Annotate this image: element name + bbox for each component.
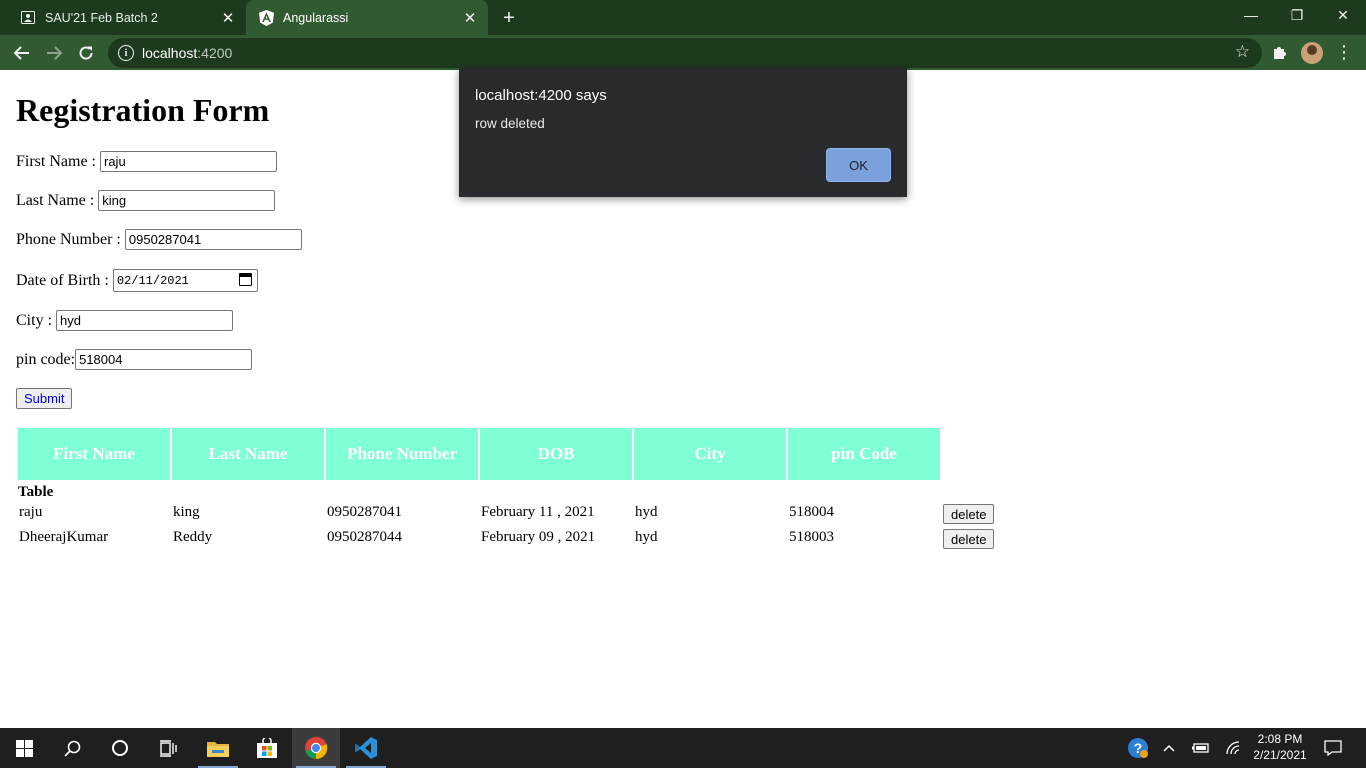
windows-start-icon[interactable] — [0, 728, 48, 768]
back-arrow-icon[interactable] — [8, 39, 36, 67]
cell-first-name: DheerajKumar — [19, 529, 109, 545]
alert-ok-button[interactable]: OK — [826, 148, 891, 182]
chevron-up-icon[interactable] — [1158, 728, 1180, 768]
cell-last-name: Reddy — [173, 529, 213, 545]
col-header-city: City — [634, 428, 786, 480]
angular-icon — [258, 9, 274, 26]
delete-button[interactable]: delete — [943, 504, 995, 524]
cortana-icon[interactable] — [96, 728, 144, 768]
first-name-input[interactable] — [100, 151, 277, 172]
microsoft-store-icon[interactable] — [243, 728, 291, 768]
forward-arrow-icon[interactable] — [40, 39, 68, 67]
minimize-icon[interactable]: — — [1228, 0, 1274, 30]
pin-label: pin code: — [16, 350, 76, 368]
cell-pin: 518004 — [789, 504, 834, 520]
city-label: City : — [16, 311, 53, 329]
calendar-icon[interactable] — [238, 273, 252, 286]
last-name-input[interactable] — [98, 190, 276, 211]
alert-title: localhost:4200 says — [475, 87, 607, 104]
dob-date-picker[interactable] — [112, 269, 258, 292]
page-title: Registration Form — [16, 92, 270, 128]
phone-row: Phone Number : — [16, 229, 302, 250]
col-header-phone: Phone Number — [326, 428, 478, 480]
task-view-icon[interactable] — [144, 728, 192, 768]
phone-input[interactable] — [124, 229, 302, 250]
city-row: City : — [16, 310, 234, 331]
cell-phone: 0950287044 — [327, 529, 402, 545]
cell-city: hyd — [635, 529, 658, 545]
window-controls: — ❐ ✕ — [1228, 0, 1366, 30]
dob-row: Date of Birth : — [16, 269, 258, 292]
clock-time: 2:08 PM — [1257, 732, 1303, 746]
pin-input[interactable] — [75, 349, 253, 370]
dob-label: Date of Birth : — [16, 271, 109, 289]
notifications-icon[interactable] — [1322, 728, 1344, 768]
pin-row: pin code: — [16, 349, 253, 370]
extensions-puzzle-icon[interactable] — [1270, 42, 1290, 62]
search-icon[interactable] — [48, 728, 96, 768]
address-bar[interactable]: i localhost:4200 ☆ — [108, 38, 1262, 68]
registrations-table: Table First Name Last Name Phone Number … — [16, 426, 942, 501]
bookmark-star-icon[interactable]: ☆ — [1235, 42, 1250, 62]
battery-icon[interactable] — [1190, 728, 1212, 768]
file-explorer-icon[interactable] — [194, 728, 242, 768]
tab-title: Angularassi — [283, 10, 349, 25]
cell-pin: 518003 — [789, 529, 834, 545]
city-input[interactable] — [56, 310, 234, 331]
site-info-icon[interactable]: i — [118, 45, 134, 61]
phone-label: Phone Number : — [16, 230, 121, 248]
cell-dob: February 11 , 2021 — [481, 504, 595, 520]
table-row: raju king 0950287041 February 11 , 2021 … — [19, 504, 1019, 529]
reload-icon[interactable] — [72, 39, 100, 67]
cell-city: hyd — [635, 504, 658, 520]
window-close-icon[interactable]: ✕ — [1320, 0, 1366, 30]
vscode-icon[interactable] — [342, 728, 390, 768]
col-header-first-name: First Name — [18, 428, 170, 480]
browser-toolbar: i localhost:4200 ☆ — [0, 35, 1366, 70]
url-port: :4200 — [197, 45, 233, 61]
help-icon[interactable]: ? — [1124, 728, 1152, 768]
close-icon[interactable]: ✕ — [460, 8, 480, 28]
new-tab-icon[interactable]: + — [497, 6, 521, 30]
cell-dob: February 09 , 2021 — [481, 529, 596, 545]
chrome-icon[interactable] — [292, 728, 340, 768]
first-name-row: First Name : — [16, 151, 277, 172]
col-header-pin: pin Code — [788, 428, 940, 480]
delete-button[interactable]: delete — [943, 529, 995, 549]
browser-tabstrip: SAU'21 Feb Batch 2 ✕ Angularassi ✕ + — ❐… — [0, 0, 1366, 35]
dob-input[interactable] — [112, 269, 258, 292]
table-caption: Table — [18, 484, 54, 500]
wifi-icon[interactable] — [1222, 728, 1244, 768]
table-row: DheerajKumar Reddy 0950287044 February 0… — [19, 529, 1019, 554]
cell-last-name: king — [173, 504, 200, 520]
url-text: localhost:4200 — [142, 45, 232, 61]
url-host: localhost — [142, 45, 198, 61]
last-name-label: Last Name : — [16, 191, 95, 209]
cell-first-name: raju — [19, 504, 43, 520]
clock-date: 2/21/2021 — [1253, 748, 1307, 762]
tab-sau21[interactable]: SAU'21 Feb Batch 2 ✕ — [8, 0, 246, 35]
close-icon[interactable]: ✕ — [218, 8, 238, 28]
last-name-row: Last Name : — [16, 190, 276, 211]
table-header-row: First Name Last Name Phone Number DOB Ci… — [18, 428, 940, 480]
restore-icon[interactable]: ❐ — [1274, 0, 1320, 30]
tab-angularassi[interactable]: Angularassi ✕ — [246, 0, 488, 35]
alert-dialog: localhost:4200 says row deleted OK — [459, 68, 907, 197]
contact-card-icon — [20, 10, 36, 26]
taskbar-clock[interactable]: 2:08 PM 2/21/2021 — [1244, 731, 1316, 763]
alert-message: row deleted — [475, 116, 545, 131]
more-menu-icon[interactable]: ⋮ — [1334, 42, 1354, 62]
tab-title: SAU'21 Feb Batch 2 — [45, 10, 158, 25]
col-header-last-name: Last Name — [172, 428, 324, 480]
profile-avatar[interactable] — [1301, 42, 1323, 64]
col-header-dob: DOB — [480, 428, 632, 480]
first-name-label: First Name : — [16, 152, 96, 170]
windows-taskbar: ? 2:08 PM 2/21/2021 — [0, 728, 1366, 768]
cell-phone: 0950287041 — [327, 504, 402, 520]
submit-button[interactable]: Submit — [16, 388, 73, 409]
